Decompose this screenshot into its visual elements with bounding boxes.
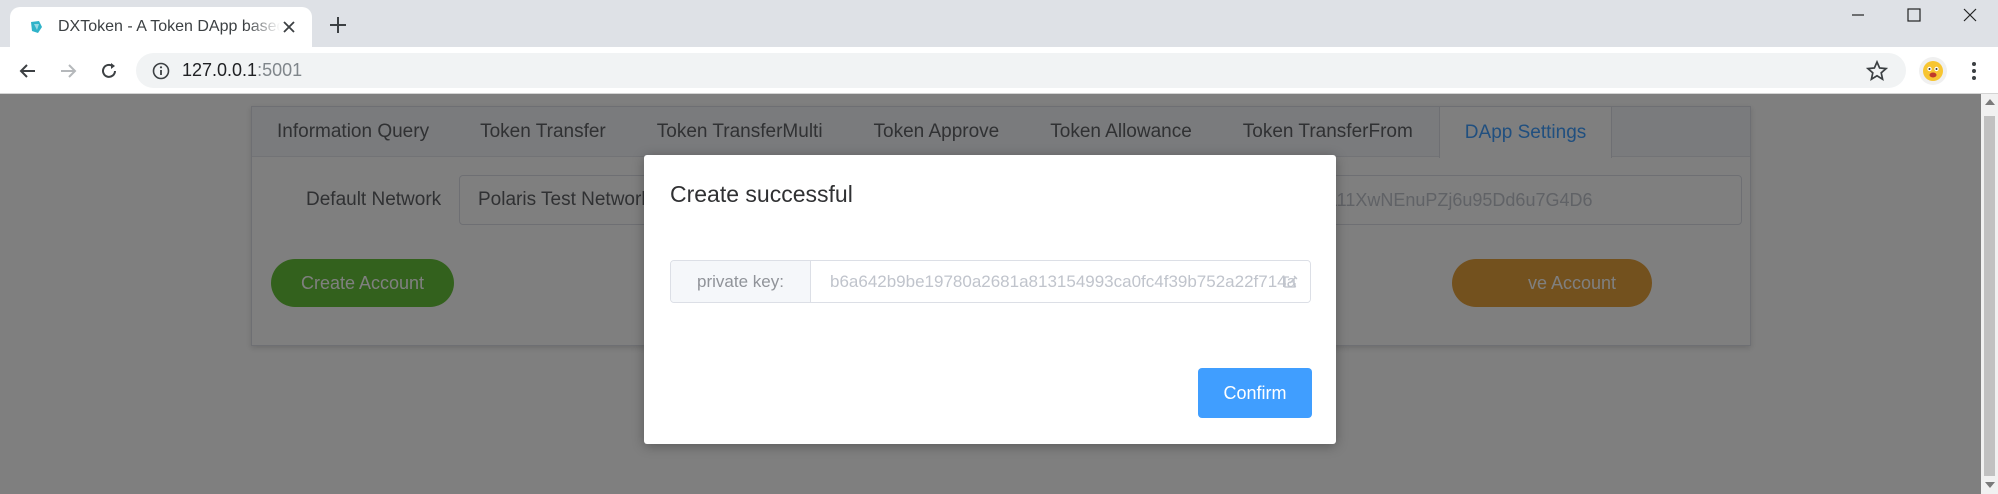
create-success-dialog: Create successful private key: b6a642b9b… <box>644 155 1336 444</box>
bookmark-star-icon[interactable] <box>1866 60 1888 82</box>
close-window-button[interactable] <box>1940 0 1998 30</box>
new-tab-icon[interactable] <box>326 13 350 37</box>
close-tab-icon[interactable] <box>280 18 298 36</box>
dialog-title: Create successful <box>670 181 853 207</box>
reload-icon <box>102 63 116 78</box>
private-key-label: private key: <box>671 261 811 302</box>
site-info-icon[interactable] <box>152 62 170 80</box>
back-button[interactable] <box>15 58 41 84</box>
tab-title: DXToken - A Token DApp based on Polaris <box>58 18 280 35</box>
dapp-favicon-icon <box>31 21 42 33</box>
back-arrow-icon <box>19 64 35 78</box>
forward-button[interactable] <box>55 58 81 84</box>
forward-arrow-icon <box>61 64 77 78</box>
reload-button[interactable] <box>96 58 122 84</box>
scroll-thumb[interactable] <box>1984 116 1995 476</box>
scroll-up-arrow-icon[interactable] <box>1985 99 1995 105</box>
confirm-button[interactable]: Confirm <box>1198 368 1312 418</box>
private-key-field[interactable]: b6a642b9be19780a2681a813154993ca0fc4f39b… <box>811 261 1310 302</box>
page-scrollbar[interactable] <box>1981 94 1998 494</box>
browser-menu-icon[interactable] <box>1962 59 1986 83</box>
emoji-face-icon <box>1923 61 1943 81</box>
close-window-icon <box>1963 8 1977 22</box>
url-text: 127.0.0.1:5001 <box>182 60 303 80</box>
browser-titlebar: DXToken - A Token DApp based on Polaris <box>0 0 1998 47</box>
maximize-icon <box>1907 8 1921 22</box>
maximize-button[interactable] <box>1884 0 1944 30</box>
private-key-input-group: private key: b6a642b9be19780a2681a813154… <box>670 260 1311 303</box>
browser-toolbar: 127.0.0.1:5001 <box>0 47 1998 94</box>
scroll-down-arrow-icon[interactable] <box>1985 482 1995 488</box>
minimize-icon <box>1852 14 1864 16</box>
profile-avatar[interactable] <box>1919 57 1947 85</box>
edit-icon[interactable] <box>1282 274 1298 290</box>
minimize-button[interactable] <box>1828 0 1888 30</box>
address-bar[interactable]: 127.0.0.1:5001 <box>136 53 1906 88</box>
browser-tab[interactable]: DXToken - A Token DApp based on Polaris <box>10 7 312 47</box>
